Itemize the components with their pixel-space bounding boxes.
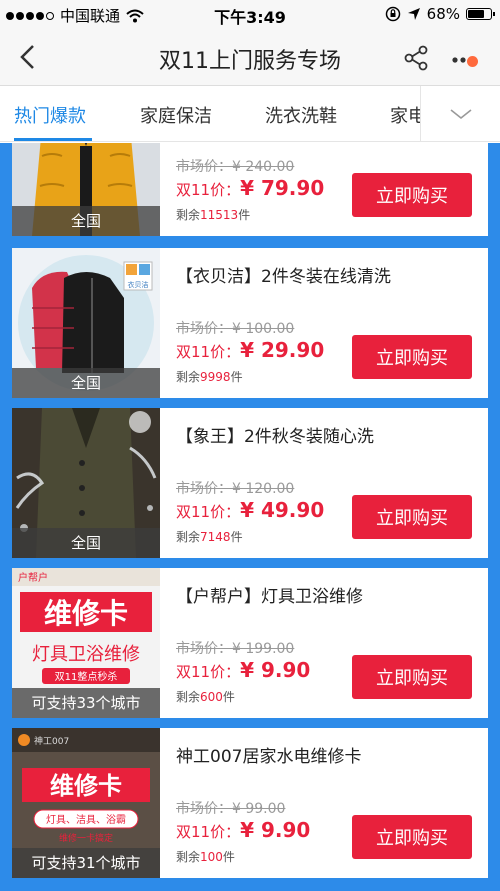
product-image: 神工007 维修卡 灯具、洁具、浴霸 维修一卡搞定 可支持31个城市 [12, 728, 160, 878]
battery-icon [466, 8, 495, 20]
tab-laundry[interactable]: 洗衣洗鞋 [265, 102, 337, 128]
location-icon [407, 8, 420, 20]
market-price: 市场价：¥ 99.00 [176, 801, 286, 817]
card-tag: 维修一卡搞定 [59, 832, 113, 844]
product-card[interactable]: 神工007 维修卡 灯具、洁具、浴霸 维修一卡搞定 可支持31个城市 神工007… [12, 728, 488, 878]
region-label: 可支持31个城市 [12, 848, 160, 878]
region-label: 全国 [12, 368, 160, 398]
tab-home-cleaning[interactable]: 家庭保洁 [140, 102, 212, 128]
market-price: 市场价：¥ 199.00 [176, 641, 295, 657]
product-title: 【象王】2件秋冬装随心洗 [176, 427, 374, 447]
brand-logo: 神工007 [34, 735, 69, 747]
product-image: 全国 [12, 143, 160, 236]
product-card[interactable]: 全国 市场价：¥ 240.00 双11价：¥ 79.90 剩余11513件 立即… [12, 143, 488, 236]
more-button[interactable] [450, 44, 486, 72]
product-image: 全国 [12, 408, 160, 558]
chevron-down-icon [450, 109, 472, 120]
product-title: 【衣贝洁】2件冬装在线清洗 [176, 267, 391, 287]
sale-price: 双11价：¥ 9.90 [176, 818, 311, 842]
card-subtitle: 灯具、洁具、浴霸 [46, 813, 126, 826]
product-card[interactable]: 全国 【象王】2件秋冬装随心洗 市场价：¥ 120.00 双11价：¥ 49.9… [12, 408, 488, 558]
sale-price: 双11价：¥ 49.90 [176, 498, 325, 522]
buy-now-button[interactable]: 立即购买 [352, 173, 472, 217]
product-image: 户帮户 维修卡 灯具卫浴维修 双11整点秒杀 可支持33个城市 [12, 568, 160, 718]
active-tab-indicator [14, 138, 92, 141]
region-label: 可支持33个城市 [12, 688, 160, 718]
card-headline: 维修卡 [44, 597, 128, 630]
brand-logo: 户帮户 [18, 571, 48, 584]
stock-count: 剩余600件 [176, 690, 235, 704]
market-price: 市场价：¥ 120.00 [176, 481, 295, 497]
buy-now-button[interactable]: 立即购买 [352, 495, 472, 539]
sale-price: 双11价：¥ 9.90 [176, 658, 311, 682]
card-headline: 维修卡 [50, 772, 122, 800]
region-label: 全国 [12, 206, 160, 236]
battery-percent: 68% [426, 5, 460, 23]
stock-count: 剩余11513件 [176, 208, 251, 222]
brand-logo: 衣贝洁 [128, 280, 149, 289]
buy-now-button[interactable]: 立即购买 [352, 815, 472, 859]
region-label: 全国 [12, 528, 160, 558]
product-list: 全国 市场价：¥ 240.00 双11价：¥ 79.90 剩余11513件 立即… [0, 143, 500, 891]
notification-dot [467, 56, 478, 67]
rotation-lock-icon [385, 6, 400, 22]
card-tag: 双11整点秒杀 [55, 670, 118, 683]
product-card[interactable]: 衣贝洁 全国 【衣贝洁】2件冬装在线清洗 市场价：¥ 100.00 双11价：¥… [12, 248, 488, 398]
sale-price: 双11价：¥ 29.90 [176, 338, 325, 362]
nav-bar: 双11上门服务专场 [0, 30, 500, 86]
product-card[interactable]: 户帮户 维修卡 灯具卫浴维修 双11整点秒杀 可支持33个城市 【户帮户】灯具卫… [12, 568, 488, 718]
stock-count: 剩余9998件 [176, 370, 243, 384]
stock-count: 剩余7148件 [176, 530, 243, 544]
share-icon[interactable] [402, 44, 430, 72]
product-image: 衣贝洁 全国 [12, 248, 160, 398]
sale-price: 双11价：¥ 79.90 [176, 176, 325, 200]
product-title: 神工007居家水电维修卡 [176, 747, 362, 767]
product-title: 【户帮户】灯具卫浴维修 [176, 587, 363, 607]
buy-now-button[interactable]: 立即购买 [352, 335, 472, 379]
market-price: 市场价：¥ 100.00 [176, 321, 295, 337]
card-subtitle: 灯具卫浴维修 [32, 644, 140, 665]
buy-now-button[interactable]: 立即购买 [352, 655, 472, 699]
category-tabs: 热门爆款 家庭保洁 洗衣洗鞋 家电 [0, 86, 500, 142]
status-bar: 中国联通 下午3:49 68% [0, 0, 500, 30]
tab-hot[interactable]: 热门爆款 [14, 102, 86, 128]
tabs-expand-button[interactable] [420, 86, 500, 141]
stock-count: 剩余100件 [176, 850, 235, 864]
market-price: 市场价：¥ 240.00 [176, 159, 295, 175]
